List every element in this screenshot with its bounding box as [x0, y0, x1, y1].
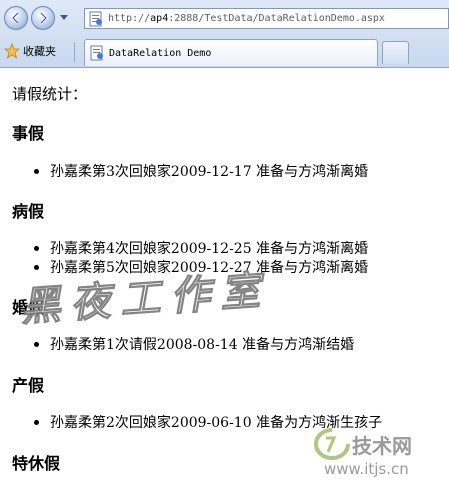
list-item-text: 孙嘉柔第5次回娘家2009-12-27 准备与方鸿渐离婚	[50, 260, 369, 276]
list-item: 孙嘉柔第3次回娘家2009-12-17 准备与方鸿渐离婚	[34, 161, 368, 181]
page-content: 请假统计： 事假 孙嘉柔第3次回娘家2009-12-17 准备与方鸿渐离婚 病假…	[0, 68, 449, 501]
back-button[interactable]	[4, 6, 28, 30]
category-heading: 病假	[12, 202, 45, 221]
toolbar-divider	[74, 42, 75, 62]
tab-bar: 收藏夹 DataRelation Demo	[0, 37, 449, 67]
history-dropdown-button[interactable]	[58, 13, 70, 23]
bullet-icon	[34, 245, 39, 251]
bullet-icon	[34, 168, 39, 174]
url-host: ap4	[150, 13, 169, 24]
intro-text: 请假统计：	[12, 85, 88, 103]
list-item: 孙嘉柔第1次请假2008-08-14 准备与方鸿渐结婚	[34, 334, 354, 354]
list-item: 孙嘉柔第2次回娘家2009-06-10 准备为方鸿渐生孩子	[34, 412, 382, 432]
arrow-left-icon	[11, 12, 19, 24]
list-item-text: 孙嘉柔第3次回娘家2009-12-17 准备与方鸿渐离婚	[50, 164, 369, 180]
list-item-text: 孙嘉柔第1次请假2008-08-14 准备与方鸿渐结婚	[50, 337, 355, 353]
category-heading: 婚假	[12, 298, 45, 317]
browser-chrome: http://ap4:2888/TestData/DataRelationDem…	[0, 0, 449, 68]
star-icon	[4, 43, 20, 59]
list-item-text: 孙嘉柔第4次回娘家2009-12-25 准备与方鸿渐离婚	[50, 241, 369, 257]
forward-button[interactable]	[31, 6, 55, 30]
category-heading: 产假	[12, 376, 45, 395]
navigation-bar: http://ap4:2888/TestData/DataRelationDem…	[0, 0, 449, 37]
address-bar[interactable]: http://ap4:2888/TestData/DataRelationDem…	[84, 8, 449, 29]
new-tab-button[interactable]	[382, 41, 409, 64]
bullet-icon	[34, 419, 39, 425]
bullet-icon	[34, 341, 39, 347]
arrow-right-icon	[40, 12, 48, 24]
list-item-text: 孙嘉柔第2次回娘家2009-06-10 准备为方鸿渐生孩子	[50, 415, 383, 431]
category-heading: 特休假	[12, 454, 61, 473]
page-icon	[89, 11, 102, 26]
url-path: :2888/TestData/DataRelationDemo.aspx	[168, 13, 385, 24]
watermark-logo: 技术网 www.itjs.cn	[312, 428, 447, 498]
tab-title: DataRelation Demo	[109, 47, 212, 59]
favorites-label: 收藏夹	[23, 45, 56, 58]
url-prefix: http://	[108, 13, 151, 24]
list-item: 孙嘉柔第4次回娘家2009-12-25 准备与方鸿渐离婚	[34, 238, 368, 258]
bullet-icon	[34, 264, 39, 270]
category-heading: 事假	[12, 124, 45, 143]
list-item: 孙嘉柔第5次回娘家2009-12-27 准备与方鸿渐离婚	[34, 257, 368, 277]
url-text: http://ap4:2888/TestData/DataRelationDem…	[108, 13, 385, 24]
watermark-logo-name: 技术网	[352, 434, 412, 458]
chevron-down-icon	[60, 15, 68, 20]
logo-icon	[314, 428, 350, 460]
watermark-logo-url: www.itjs.cn	[324, 460, 409, 478]
page-icon	[90, 45, 103, 61]
favorites-button[interactable]: 收藏夹	[4, 41, 56, 61]
tab-datarelation-demo[interactable]: DataRelation Demo	[84, 39, 378, 66]
